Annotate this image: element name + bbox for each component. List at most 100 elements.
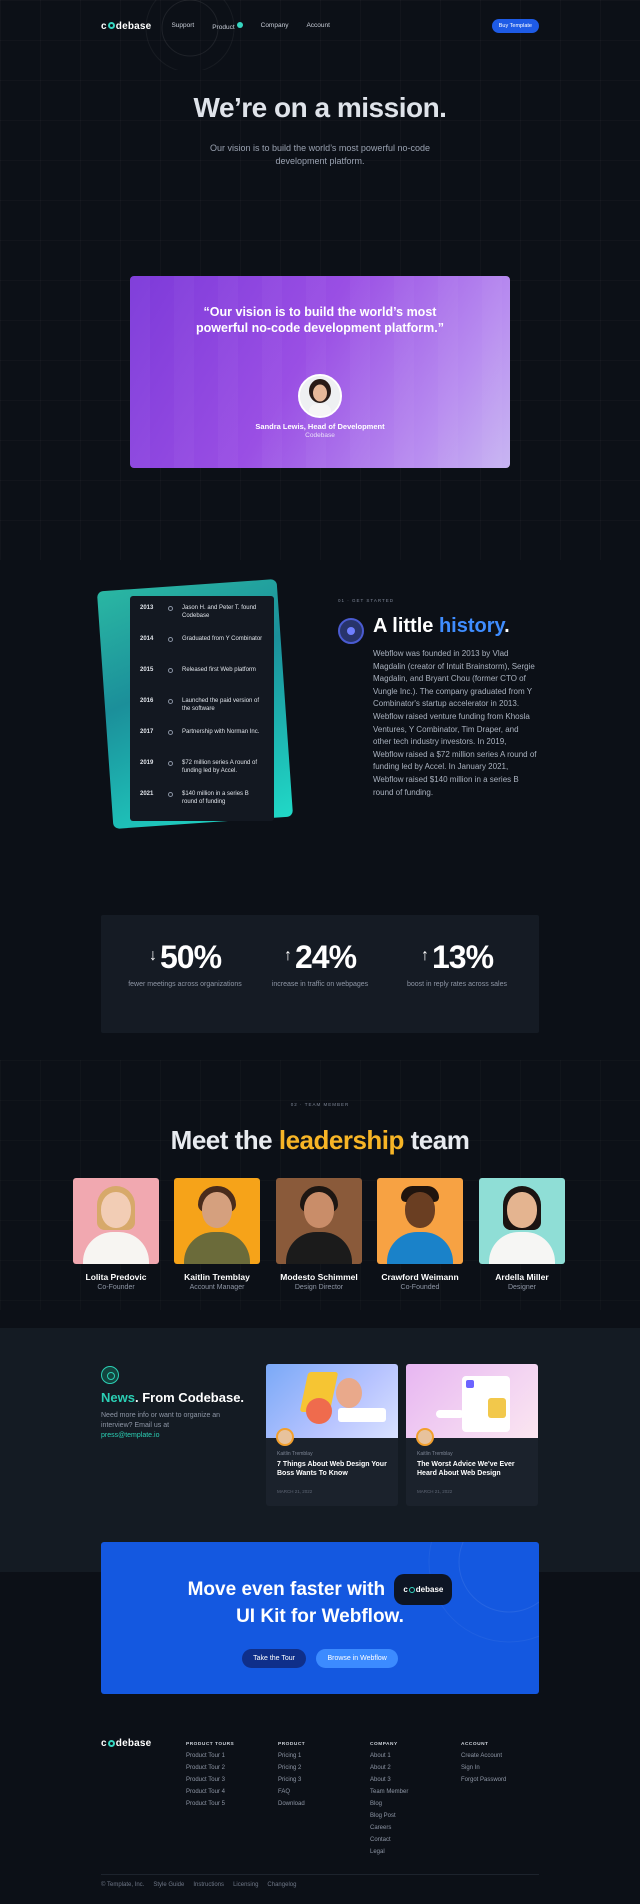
- timeline-year: 2013: [140, 605, 154, 611]
- footer-link[interactable]: Blog Post: [370, 1810, 408, 1822]
- member-role: Co-Founded: [400, 1284, 440, 1291]
- footer-link[interactable]: Product Tour 4: [186, 1786, 234, 1798]
- footer-link[interactable]: Forgot Password: [461, 1774, 506, 1786]
- browse-webflow-button[interactable]: Browse in Webflow: [316, 1649, 398, 1668]
- timeline-text: Launched the paid version of the softwar…: [182, 698, 260, 712]
- news-card[interactable]: Kaitlin Tremblay 7 Things About Web Desi…: [266, 1364, 398, 1506]
- cta-line1: Move even faster with: [187, 1579, 386, 1600]
- footer-link[interactable]: Product Tour 1: [186, 1750, 234, 1762]
- timeline-text: Released first Web platform: [182, 667, 256, 673]
- timeline-item: 2016 Launched the paid version of the sof…: [140, 697, 264, 728]
- team-member[interactable]: Modesto Schimmel Design Director: [276, 1178, 362, 1291]
- footer-heading: PRODUCT: [278, 1742, 306, 1747]
- history-title-highlight: history: [438, 615, 505, 637]
- team-title-post: team: [403, 1125, 470, 1155]
- footer-link[interactable]: Product Tour 5: [186, 1798, 234, 1810]
- footer-bottom-link[interactable]: Changelog: [267, 1882, 296, 1888]
- footer-link[interactable]: Blog: [370, 1798, 408, 1810]
- stat-traffic: ↑ 24% increase in traffic on webpages: [250, 939, 390, 990]
- body-shape: [387, 1232, 453, 1264]
- footer-heading: ACCOUNT: [461, 1742, 489, 1747]
- logo[interactable]: c debase: [101, 21, 151, 32]
- timeline-dot-icon: [168, 699, 173, 704]
- footer-heading: PRODUCT TOURS: [186, 1742, 235, 1747]
- footer-link[interactable]: Team Member: [370, 1786, 408, 1798]
- team-title-pre: Meet the: [170, 1125, 279, 1155]
- news-icon: [101, 1366, 119, 1384]
- footer-divider: [101, 1874, 539, 1875]
- take-tour-button[interactable]: Take the Tour: [242, 1649, 307, 1668]
- footer-link[interactable]: Sign In: [461, 1762, 506, 1774]
- footer-link[interactable]: Download: [278, 1798, 305, 1810]
- copyright-text: © Template, Inc.: [101, 1882, 145, 1888]
- stat-label: fewer meetings across organizations: [128, 981, 242, 988]
- footer-bottom-link[interactable]: Style Guide: [153, 1882, 184, 1888]
- footer-link[interactable]: About 2: [370, 1762, 408, 1774]
- team-eyebrow: 02 · TEAM MEMBER: [290, 1102, 350, 1107]
- cta-logo-pill: c debase: [394, 1574, 453, 1605]
- footer-link[interactable]: Create Account: [461, 1750, 506, 1762]
- member-name: Crawford Weimann: [381, 1272, 459, 1282]
- team-member[interactable]: Crawford Weimann Co-Founded: [377, 1178, 463, 1291]
- news-card[interactable]: Kaitlin Tremblay The Worst Advice We've …: [406, 1364, 538, 1506]
- quote-text: “Our vision is to build the world’s most…: [196, 305, 444, 335]
- nav-product[interactable]: Product: [212, 21, 243, 31]
- team-member[interactable]: Ardella Miller Designer: [479, 1178, 565, 1291]
- footer-link[interactable]: About 1: [370, 1750, 408, 1762]
- footer-link[interactable]: Pricing 2: [278, 1762, 305, 1774]
- nav-support[interactable]: Support: [171, 22, 194, 31]
- member-photo: [73, 1178, 159, 1264]
- stat-value: 13%: [431, 939, 494, 975]
- footer-link[interactable]: Legal: [370, 1846, 408, 1858]
- footer-column-company: COMPANY About 1 About 2 About 3 Team Member B…: [370, 1740, 408, 1858]
- cta-line2: UI Kit for Webflow.: [236, 1606, 404, 1627]
- news-author: Kaitlin Tremblay: [277, 1451, 313, 1457]
- timeline-year: 2017: [140, 729, 154, 735]
- page-title: We’re on a mission.: [193, 92, 447, 123]
- member-name: Kaitlin Tremblay: [184, 1272, 250, 1282]
- team-member[interactable]: Kaitlin Tremblay Account Manager: [174, 1178, 260, 1291]
- stat-label: boost in reply rates across sales: [407, 981, 507, 988]
- buy-template-button[interactable]: Buy Template: [491, 19, 539, 33]
- member-role: Designer: [507, 1284, 536, 1291]
- timeline-text: Graduated from Y Combinator: [182, 636, 263, 642]
- footer-logo[interactable]: c debase: [101, 1738, 151, 1749]
- news-title: News. From Codebase.: [101, 1390, 244, 1405]
- author-avatar: [416, 1428, 434, 1446]
- top-nav: c debase Support Product Company Account …: [101, 18, 539, 34]
- team-member[interactable]: Lolita Predovic Co-Founder: [73, 1178, 159, 1291]
- image-shape: [306, 1398, 332, 1424]
- timeline-text: Jason H. and Peter T. found Codebase: [182, 605, 257, 619]
- footer-link[interactable]: Pricing 3: [278, 1774, 305, 1786]
- news-subtitle: Need more info or want to organize an in…: [101, 1411, 241, 1441]
- footer-link[interactable]: Pricing 1: [278, 1750, 305, 1762]
- footer-link[interactable]: Contact: [370, 1834, 408, 1846]
- logo-ring-icon: [107, 1739, 115, 1747]
- footer-link[interactable]: Product Tour 2: [186, 1762, 234, 1774]
- face-shape: [304, 1192, 334, 1228]
- nav-account[interactable]: Account: [306, 22, 330, 31]
- news-title-highlight: News: [101, 1390, 135, 1405]
- footer-link[interactable]: Product Tour 3: [186, 1774, 234, 1786]
- body-shape: [184, 1232, 250, 1264]
- footer-link[interactable]: Careers: [370, 1822, 408, 1834]
- body-shape: [286, 1232, 352, 1264]
- stat-value: 24%: [294, 939, 357, 975]
- stat-reply-rates: ↑ 13% boost in reply rates across sales: [387, 939, 527, 990]
- cta-buttons: Take the Tour Browse in Webflow: [101, 1647, 539, 1668]
- footer-bottom-link[interactable]: Instructions: [193, 1882, 224, 1888]
- hero-subtitle: Our vision is to build the world’s most …: [210, 143, 430, 166]
- footer-link[interactable]: About 3: [370, 1774, 408, 1786]
- press-email-link[interactable]: press@template.io: [101, 1432, 159, 1439]
- member-role: Account Manager: [189, 1284, 245, 1291]
- nav-company[interactable]: Company: [261, 22, 289, 31]
- footer-bottom-link[interactable]: Licensing: [233, 1882, 258, 1888]
- avatar-portrait-icon: [300, 376, 340, 416]
- history-body: Webflow was founded in 2013 by Vlad Magd…: [373, 649, 537, 797]
- member-photo: [174, 1178, 260, 1264]
- news-card-title: 7 Things About Web Design Your Boss Want…: [277, 1461, 387, 1477]
- footer-link[interactable]: FAQ: [278, 1786, 305, 1798]
- timeline-dot-icon: [168, 668, 173, 673]
- news-date: MARCH 21, 2022: [417, 1489, 453, 1494]
- news-card-image: [266, 1364, 398, 1438]
